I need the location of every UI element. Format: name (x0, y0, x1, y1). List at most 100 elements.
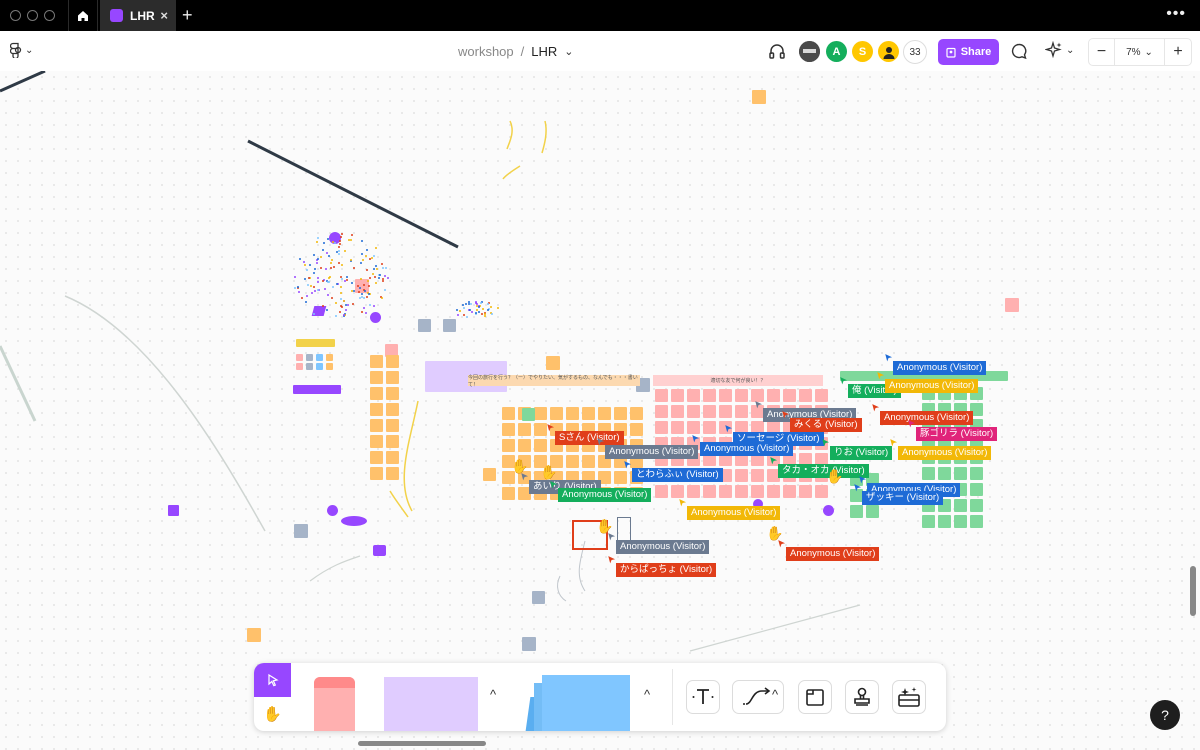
purple-ellipse[interactable] (341, 516, 367, 526)
mini-sticky[interactable] (326, 363, 333, 370)
sticky-note-tool[interactable] (314, 677, 355, 731)
sticky-note-orange[interactable] (386, 467, 399, 480)
purple-circle[interactable] (327, 505, 338, 516)
board-canvas[interactable]: 今回の旅行を行う？（ー）でやりたい、気がするもの、なんでも・・・書いて！ 適切な… (0, 71, 1200, 750)
sticky-note-orange[interactable] (534, 407, 547, 420)
gray-square[interactable] (522, 637, 536, 651)
sticky-note-orange[interactable] (370, 467, 383, 480)
help-button[interactable]: ? (1150, 700, 1180, 730)
sticky-note-pink[interactable] (671, 389, 684, 402)
section-header-orange[interactable]: 今回の旅行を行う？（ー）でやりたい、気がするもの、なんでも・・・書いて！ (468, 375, 640, 388)
sticky-note-pink[interactable] (735, 405, 748, 418)
yellow-label[interactable] (296, 339, 335, 347)
maximize-window-dot[interactable] (44, 10, 55, 21)
sticky-note-green[interactable] (970, 467, 983, 480)
sticky-note-orange[interactable] (630, 407, 643, 420)
zoom-level-dropdown[interactable]: 7% ⌄ (1115, 39, 1165, 65)
collaborator-avatar[interactable]: A (826, 41, 847, 62)
share-button[interactable]: Share (938, 39, 999, 65)
mini-sticky[interactable] (296, 354, 303, 361)
mini-sticky[interactable] (326, 354, 333, 361)
close-window-dot[interactable] (10, 10, 21, 21)
sticky-note-orange[interactable] (614, 407, 627, 420)
new-tab-button[interactable]: + (182, 5, 193, 26)
participant-count-badge[interactable]: 33 (903, 40, 927, 64)
sticky-note-orange[interactable] (502, 487, 515, 500)
sticky-note-pink[interactable] (815, 389, 828, 402)
connector-expand-button[interactable]: ^ (772, 687, 778, 702)
sticky-note-pink[interactable] (703, 405, 716, 418)
purple-circle[interactable] (823, 505, 834, 516)
pink-square[interactable] (1005, 298, 1019, 312)
sticky-note-pink[interactable] (751, 485, 764, 498)
sticky-note-green[interactable] (522, 408, 535, 421)
sticky-note-pink[interactable] (719, 389, 732, 402)
sticky-note-orange[interactable] (598, 407, 611, 420)
gray-square[interactable] (418, 319, 431, 332)
sticky-note-pink[interactable] (767, 389, 780, 402)
section-tool-button[interactable] (798, 680, 832, 714)
mini-sticky[interactable] (296, 363, 303, 370)
sticky-note-orange[interactable] (502, 423, 515, 436)
sticky-note-pink[interactable] (703, 485, 716, 498)
sticky-note-orange[interactable] (386, 371, 399, 384)
sticky-note-pink[interactable] (703, 421, 716, 434)
sticky-note-orange[interactable] (386, 355, 399, 368)
text-tool-button[interactable] (686, 680, 720, 714)
purple-label[interactable] (293, 385, 341, 394)
sticky-note-green[interactable] (922, 467, 935, 480)
sticky-note-green[interactable] (970, 483, 983, 496)
file-tab[interactable]: LHR × (100, 0, 176, 31)
sticky-note-pink[interactable] (703, 389, 716, 402)
horizontal-scrollbar[interactable] (358, 741, 486, 746)
sticky-note-orange[interactable] (386, 387, 399, 400)
sticky-note-pink[interactable] (719, 485, 732, 498)
sticky-note-pink[interactable] (719, 405, 732, 418)
home-button[interactable] (68, 0, 98, 31)
purple-circle[interactable] (370, 312, 381, 323)
sticky-note-pink[interactable] (671, 421, 684, 434)
more-menu-button[interactable]: ••• (1166, 5, 1186, 23)
sticky-note-orange[interactable] (370, 451, 383, 464)
sticky-note-orange[interactable] (386, 419, 399, 432)
sticky-note-orange[interactable] (386, 403, 399, 416)
sticky-note-orange[interactable] (386, 435, 399, 448)
sticky-note-pink[interactable] (815, 485, 828, 498)
breadcrumb-project[interactable]: workshop (458, 44, 514, 59)
purple-square[interactable] (168, 505, 179, 516)
sticky-note-pink[interactable] (687, 389, 700, 402)
sticky-note-pink[interactable] (799, 485, 812, 498)
ai-actions-button[interactable]: ⌄ (1045, 41, 1074, 59)
sticky-note-orange[interactable] (502, 439, 515, 452)
zoom-out-button[interactable]: − (1089, 39, 1115, 65)
sticky-note-pink[interactable] (735, 469, 748, 482)
mini-sticky[interactable] (306, 354, 313, 361)
sticky-note-pink[interactable] (735, 389, 748, 402)
orange-square[interactable] (752, 90, 766, 104)
sticky-note-orange[interactable] (630, 423, 643, 436)
chevron-down-icon[interactable]: ⌄ (564, 45, 573, 58)
sticky-note-pink[interactable] (783, 485, 796, 498)
comment-button[interactable] (1010, 42, 1028, 65)
collaborator-avatar[interactable] (878, 41, 899, 62)
collaborator-avatar[interactable]: S (852, 41, 873, 62)
sticky-note-green[interactable] (938, 467, 951, 480)
sticky-note-orange[interactable] (566, 455, 579, 468)
sticky-note-pink[interactable] (687, 405, 700, 418)
sticky-stack-tool[interactable] (522, 675, 640, 731)
sticky-note-green[interactable] (954, 515, 967, 528)
widget-tool-button[interactable] (892, 680, 926, 714)
zoom-in-button[interactable]: + (1165, 39, 1191, 65)
sticky-note-orange[interactable] (370, 387, 383, 400)
purple-square[interactable] (373, 545, 386, 556)
sticky-note-green[interactable] (954, 467, 967, 480)
sticky-note-pink[interactable] (751, 469, 764, 482)
gray-square[interactable] (443, 319, 456, 332)
minimize-window-dot[interactable] (27, 10, 38, 21)
tab-close-button[interactable]: × (160, 8, 168, 23)
sticky-note-orange[interactable] (370, 403, 383, 416)
breadcrumb-file[interactable]: LHR (531, 44, 557, 59)
shapes-expand-button[interactable]: ^ (490, 687, 496, 702)
sticky-note-orange[interactable] (518, 439, 531, 452)
select-tool-button[interactable] (254, 663, 291, 697)
